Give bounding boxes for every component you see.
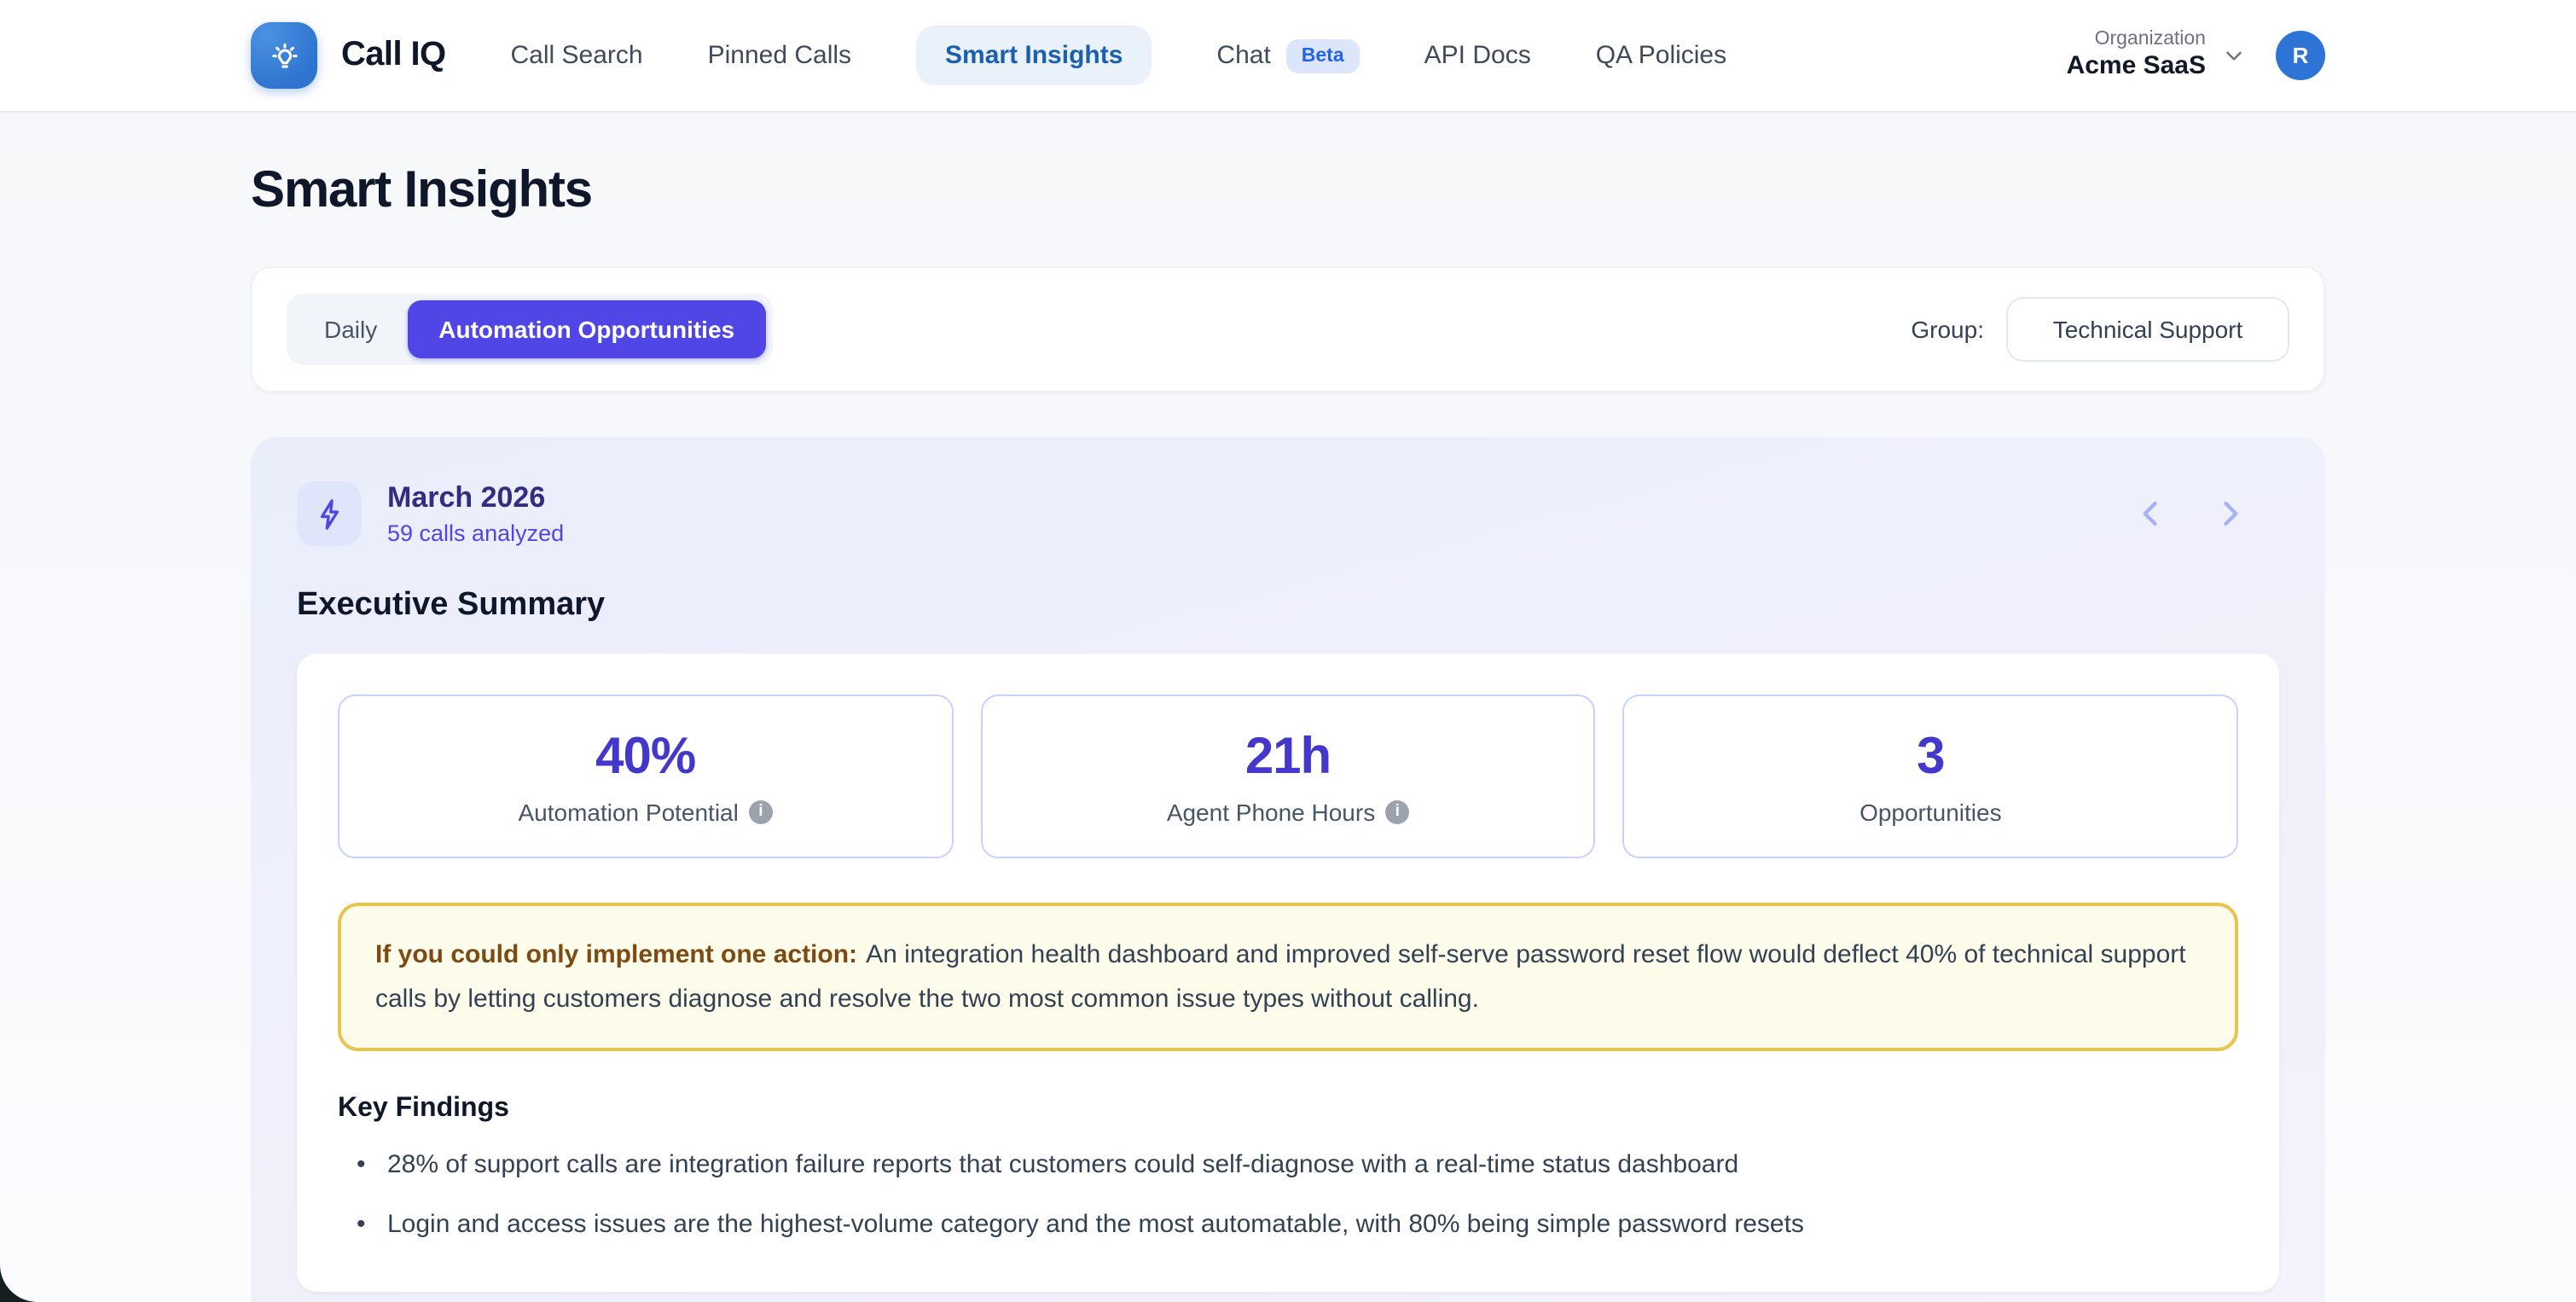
automation-opportunities-toggle-button[interactable]: Automation Opportunities: [408, 300, 765, 358]
insight-header: March 2026 59 calls analyzed: [297, 481, 2279, 546]
app-window: Call IQ Call Search Pinned Calls Smart I…: [0, 0, 2576, 1302]
bullet-icon: •: [357, 1147, 366, 1184]
key-findings-title: Key Findings: [338, 1094, 2238, 1125]
tab-pinned-calls[interactable]: Pinned Calls: [708, 41, 851, 70]
insight-month: March 2026: [387, 481, 564, 515]
insight-card: March 2026 59 calls analyzed: [251, 437, 2325, 1302]
app-logo: [251, 22, 317, 89]
executive-summary-card: 40% Automation Potential i 21h Agent Pho…: [297, 654, 2279, 1291]
next-month-button[interactable]: [2211, 495, 2248, 532]
callout-lead: If you could only implement one action:: [375, 940, 857, 969]
calls-analyzed: 59 calls analyzed: [387, 520, 564, 546]
stat-card-opportunities: 3 Opportunities: [1623, 695, 2238, 858]
nav-tabs: Call Search Pinned Calls Smart Insights …: [511, 26, 1727, 85]
tab-call-search[interactable]: Call Search: [511, 41, 643, 70]
list-item: • Login and access issues are the highes…: [338, 1206, 2238, 1244]
bullet-icon: •: [357, 1206, 366, 1244]
user-avatar[interactable]: R: [2276, 31, 2325, 80]
info-icon[interactable]: i: [749, 799, 773, 823]
one-action-callout: If you could only implement one action:A…: [338, 903, 2238, 1051]
lightning-bolt-icon: [311, 496, 347, 532]
chevron-down-icon[interactable]: [2221, 43, 2247, 68]
list-item: • 28% of support calls are integration f…: [338, 1147, 2238, 1184]
previous-month-button[interactable]: [2132, 495, 2170, 532]
bolt-icon-container: [297, 481, 362, 546]
group-select[interactable]: Technical Support: [2006, 297, 2289, 362]
organization-switcher[interactable]: Organization Acme SaaS: [2067, 27, 2206, 84]
group-label: Group:: [1911, 316, 1984, 343]
stat-value: 40%: [595, 728, 695, 786]
key-findings-list: • 28% of support calls are integration f…: [338, 1147, 2238, 1243]
brand-name: Call IQ: [341, 36, 446, 75]
executive-summary-title: Executive Summary: [297, 587, 2279, 625]
stat-value: 21h: [1245, 728, 1331, 786]
call-iq-app: Call IQ Call Search Pinned Calls Smart I…: [0, 0, 2576, 1302]
stats-row: 40% Automation Potential i 21h Agent Pho…: [338, 695, 2238, 858]
tab-api-docs[interactable]: API Docs: [1424, 41, 1531, 70]
tab-chat[interactable]: Chat Beta: [1216, 38, 1359, 73]
daily-toggle-button[interactable]: Daily: [293, 300, 408, 358]
stat-card-automation-potential: 40% Automation Potential i: [338, 695, 953, 858]
info-icon[interactable]: i: [1385, 799, 1409, 823]
stat-label: Opportunities: [1859, 798, 2002, 825]
controls-card: Daily Automation Opportunities Group: Te…: [251, 266, 2325, 392]
lightbulb-icon: [265, 37, 303, 74]
stat-card-agent-phone-hours: 21h Agent Phone Hours i: [980, 695, 1595, 858]
main-content: Smart Insights Daily Automation Opportun…: [251, 162, 2325, 1302]
stat-value: 3: [1917, 728, 1944, 786]
tab-smart-insights[interactable]: Smart Insights: [916, 26, 1152, 85]
stat-label: Agent Phone Hours: [1167, 798, 1375, 825]
chevron-right-icon: [2211, 495, 2248, 532]
brand: Call IQ: [251, 22, 446, 89]
top-nav: Call IQ Call Search Pinned Calls Smart I…: [0, 0, 2576, 113]
tab-qa-policies[interactable]: QA Policies: [1596, 41, 1726, 70]
view-toggle: Daily Automation Opportunities: [287, 294, 772, 365]
organization-label: Organization: [2067, 27, 2206, 52]
page-title: Smart Insights: [251, 162, 2325, 220]
stat-label: Automation Potential: [518, 798, 738, 825]
organization-name: Acme SaaS: [2067, 52, 2206, 84]
chevron-left-icon: [2132, 495, 2170, 532]
beta-badge: Beta: [1286, 38, 1360, 73]
